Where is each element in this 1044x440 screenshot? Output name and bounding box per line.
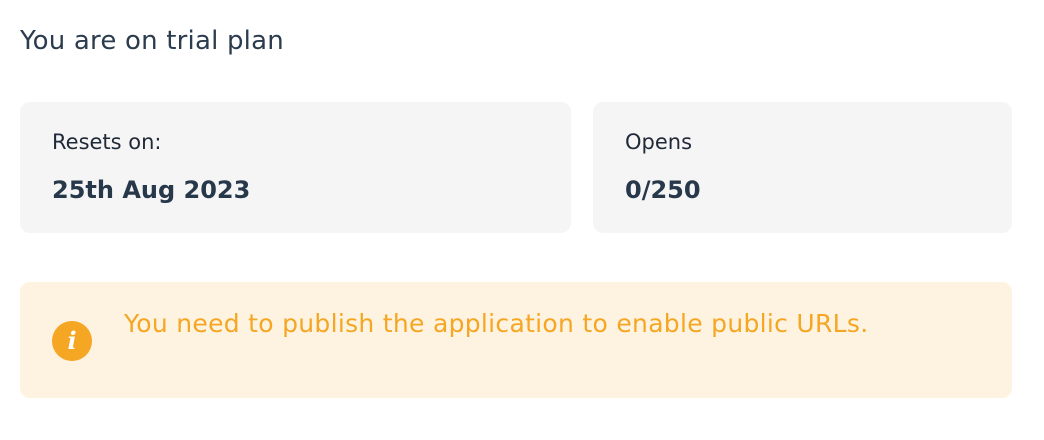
svg-text:i: i	[67, 326, 76, 355]
notice-message: You need to publish the application to e…	[124, 309, 869, 338]
info-icon: i	[52, 321, 92, 361]
opens-count: 0/250	[625, 176, 701, 204]
opens-label: Opens	[625, 130, 693, 154]
publish-notice: i You need to publish the application to…	[20, 282, 1012, 398]
plan-title: You are on trial plan	[20, 26, 284, 56]
opens-card: Opens 0/250	[593, 102, 1012, 233]
resets-date: 25th Aug 2023	[52, 176, 251, 204]
resets-label: Resets on:	[52, 130, 162, 154]
resets-card: Resets on: 25th Aug 2023	[20, 102, 571, 233]
